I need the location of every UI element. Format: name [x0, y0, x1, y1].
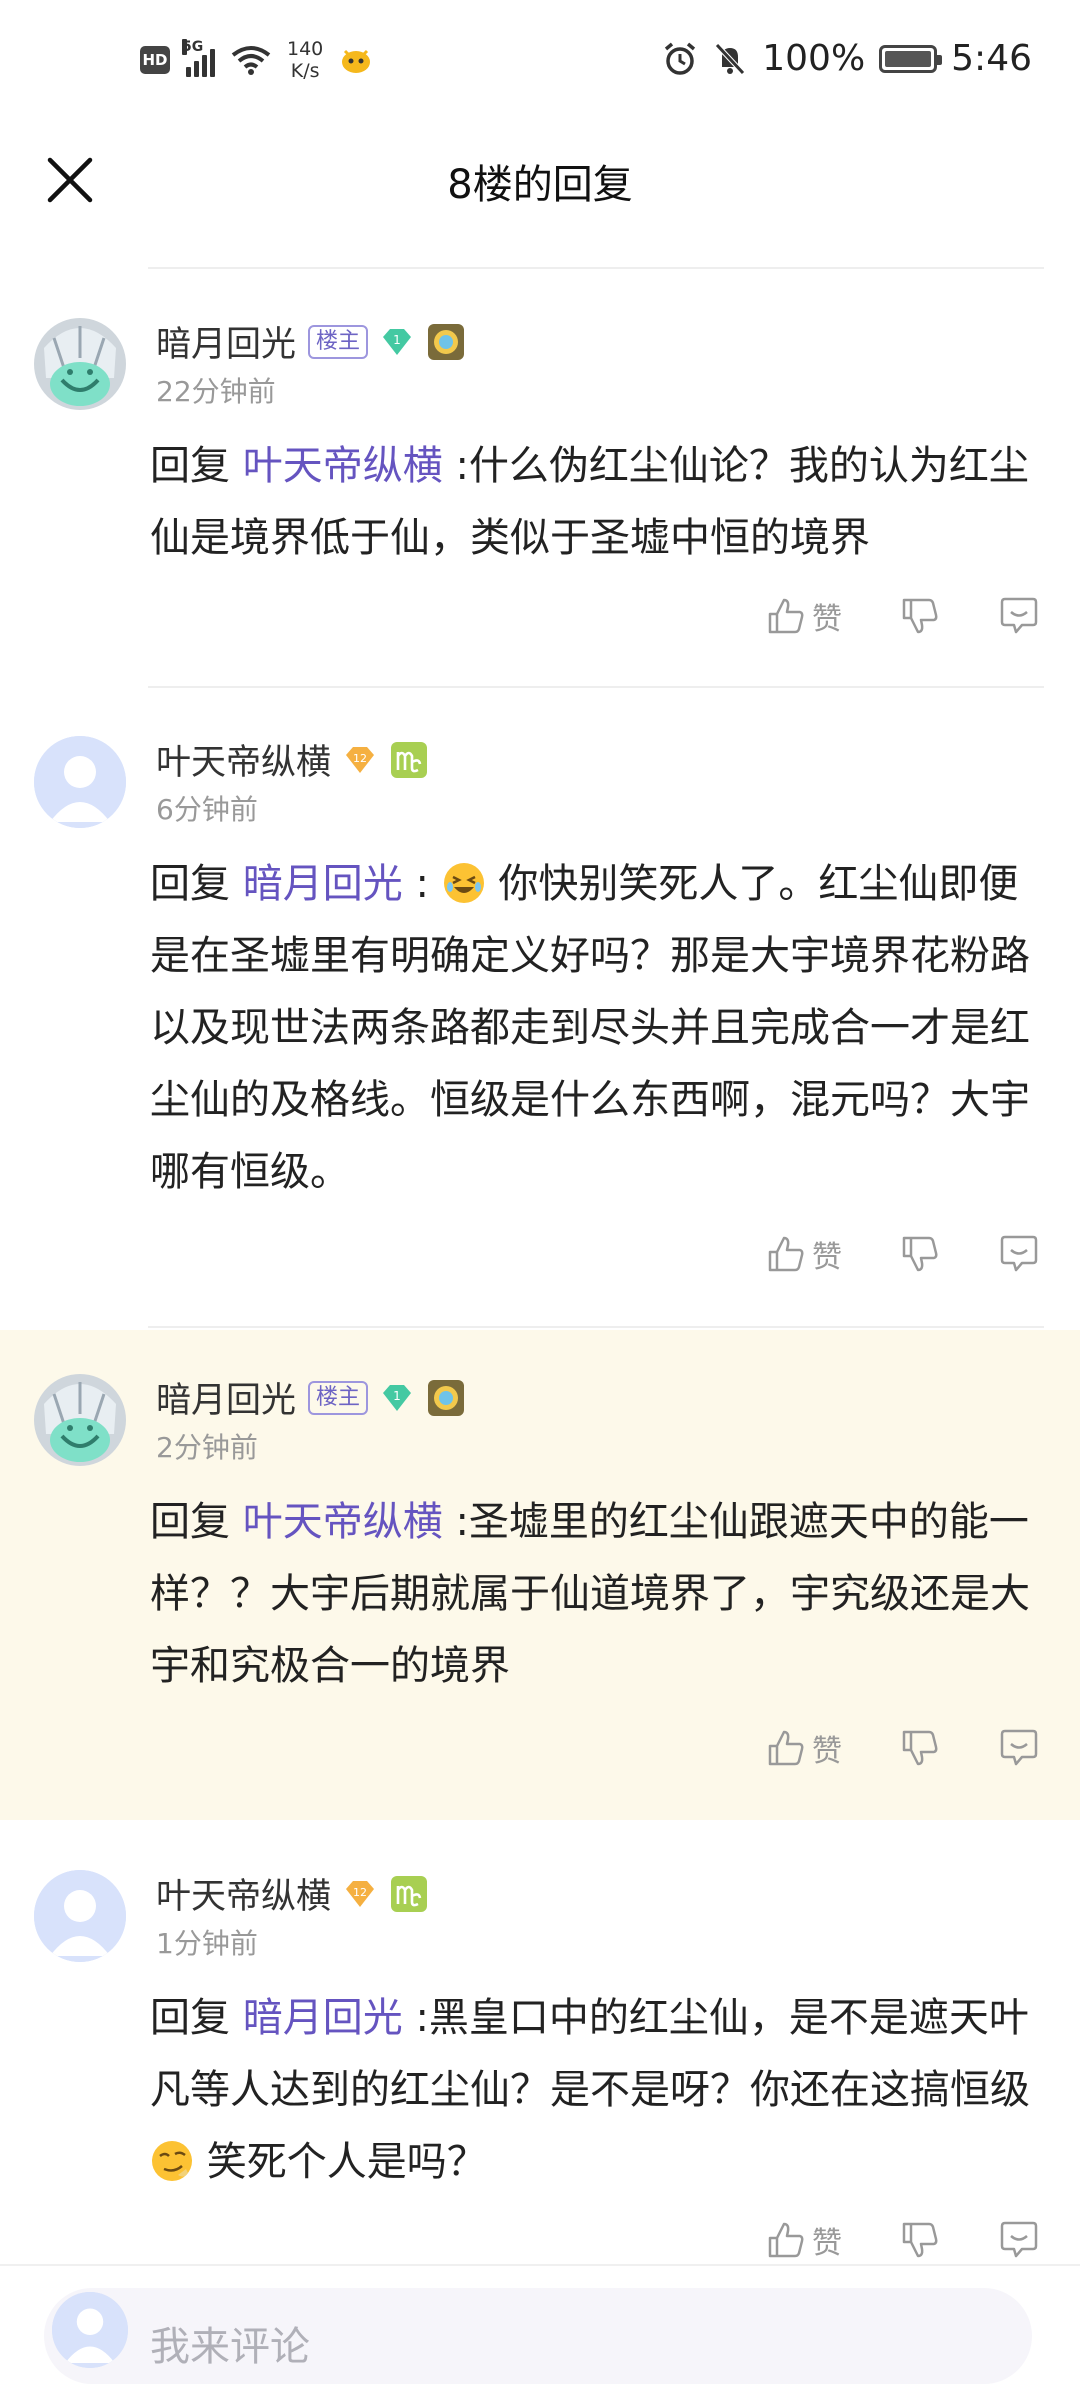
dislike-button[interactable]: [900, 1728, 940, 1768]
avatar: [52, 2292, 128, 2368]
level-12-diamond-icon: 12: [346, 1880, 375, 1907]
alarm-icon: [665, 42, 696, 75]
battery-icon: [879, 44, 943, 73]
owner-tag: 楼主: [308, 324, 369, 359]
like-button[interactable]: 赞: [766, 2218, 842, 2262]
reply-button[interactable]: [998, 1234, 1040, 1274]
reply-button[interactable]: [998, 2220, 1040, 2260]
thumbs-down-icon: [902, 1236, 938, 1272]
divider: [148, 267, 1044, 269]
author-name[interactable]: 叶天帝纵横: [156, 734, 331, 785]
app-notification-icon: [342, 49, 371, 73]
svg-text:1: 1: [393, 333, 401, 347]
smirk-emoji-icon: [152, 2141, 192, 2181]
timestamp: 2分钟前: [156, 1431, 258, 1464]
reply-button[interactable]: [998, 596, 1040, 636]
divider: [148, 1326, 1044, 1328]
thumbs-up-icon: [768, 2222, 804, 2258]
comment-text: 回复 叶天帝纵横 :什么伪红尘仙论？我的认为红尘仙是境界低于仙，类似于圣墟中恒的…: [150, 443, 1029, 561]
comment-bubble-icon: [1000, 597, 1038, 634]
wifi-icon: [231, 46, 271, 75]
dislike-button[interactable]: [900, 596, 940, 636]
like-button[interactable]: 赞: [766, 1726, 842, 1770]
svg-text:12: 12: [353, 752, 367, 765]
like-button[interactable]: 赞: [766, 1232, 842, 1276]
reply-to-user[interactable]: 暗月回光: [243, 861, 403, 907]
reply-button[interactable]: [998, 1728, 1040, 1768]
level-1-diamond-icon: 1: [383, 1384, 412, 1411]
comment-item: 叶天帝纵横 12 1分钟前 回复 暗月回光 :黑皇口中的红尘仙，是不是遮天叶凡等…: [0, 1822, 1080, 2264]
hd-icon: HD: [140, 46, 170, 74]
header: 8楼的回复: [0, 130, 1080, 260]
avatar[interactable]: [34, 1870, 126, 1962]
avatar[interactable]: [34, 736, 126, 828]
thumbs-down-icon: [902, 598, 938, 634]
avatar[interactable]: [34, 318, 126, 410]
author-name[interactable]: 暗月回光: [156, 1372, 296, 1423]
reply-to-user[interactable]: 叶天帝纵横: [243, 1499, 443, 1545]
comment-bubble-icon: [1000, 2221, 1038, 2258]
virgo-zodiac-icon: [391, 1875, 428, 1912]
thumbs-down-icon: [902, 2222, 938, 2258]
fan-badge-icon: [428, 1379, 465, 1416]
reply-to-user[interactable]: 暗月回光: [243, 1995, 403, 2041]
like-button[interactable]: 赞: [766, 594, 842, 638]
reply-to-user[interactable]: 叶天帝纵横: [243, 443, 443, 489]
fan-badge-icon: [428, 323, 465, 360]
svg-text:1: 1: [393, 1389, 401, 1403]
comment-text: 回复 暗月回光 :黑皇口中的红尘仙，是不是遮天叶凡等人达到的红尘仙？是不是呀？你…: [150, 1995, 1030, 2185]
virgo-zodiac-icon: [391, 741, 428, 778]
level-1-diamond-icon: 1: [383, 328, 412, 355]
signal-icon: 5G: [182, 39, 215, 77]
level-12-diamond-icon: 12: [346, 746, 375, 773]
timestamp: 22分钟前: [156, 375, 276, 408]
comment-bubble-icon: [1000, 1729, 1038, 1766]
comment-text: 回复 暗月回光 : 你快别笑死人了。红尘仙即便是在圣墟里有明确定义好吗？那是大宇…: [150, 861, 1030, 1195]
author-name[interactable]: 暗月回光: [156, 316, 296, 367]
avatar[interactable]: [34, 1374, 126, 1466]
comment-input[interactable]: 我来评论: [44, 2288, 1032, 2384]
owner-tag: 楼主: [308, 1380, 369, 1415]
svg-text:12: 12: [353, 1886, 367, 1899]
comment-placeholder: 我来评论: [150, 2324, 310, 2370]
comment-bar: 我来评论: [0, 2264, 1080, 2402]
network-speed: 140 K/s: [287, 38, 324, 82]
comment-bubble-icon: [1000, 1235, 1038, 1272]
timestamp: 1分钟前: [156, 1927, 258, 1960]
thumbs-up-icon: [768, 1730, 804, 1766]
comment-item: 暗月回光 楼主 1 22分钟前 回复 叶天帝纵横 :什么伪红尘仙论？我的认为红尘…: [0, 270, 1080, 688]
clock: 5:46: [951, 38, 1032, 79]
status-bar: HD 5G 140 K/s 100% 5:46: [0, 0, 1080, 130]
comment-item: 暗月回光 楼主 1 2分钟前 回复 叶天帝纵横 :圣墟里的红尘仙跟遮天中的能一样…: [0, 1330, 1080, 1820]
comment-text: 回复 叶天帝纵横 :圣墟里的红尘仙跟遮天中的能一样？？大宇后期就属于仙道境界了，…: [150, 1499, 1030, 1689]
mute-icon: [715, 42, 746, 75]
timestamp: 6分钟前: [156, 793, 258, 826]
thumbs-up-icon: [768, 1236, 804, 1272]
thumbs-down-icon: [902, 1730, 938, 1766]
laughing-emoji-icon: [443, 863, 484, 903]
thumbs-up-icon: [768, 598, 804, 634]
page-title: 8楼的回复: [447, 162, 633, 208]
battery-percentage: 100%: [762, 38, 866, 79]
author-name[interactable]: 叶天帝纵横: [156, 1868, 331, 1919]
comment-item: 叶天帝纵横 12 6分钟前 回复 暗月回光 : 你快别笑死人了。红尘仙即便是在圣…: [0, 688, 1080, 1328]
dislike-button[interactable]: [900, 1234, 940, 1274]
dislike-button[interactable]: [900, 2220, 940, 2260]
